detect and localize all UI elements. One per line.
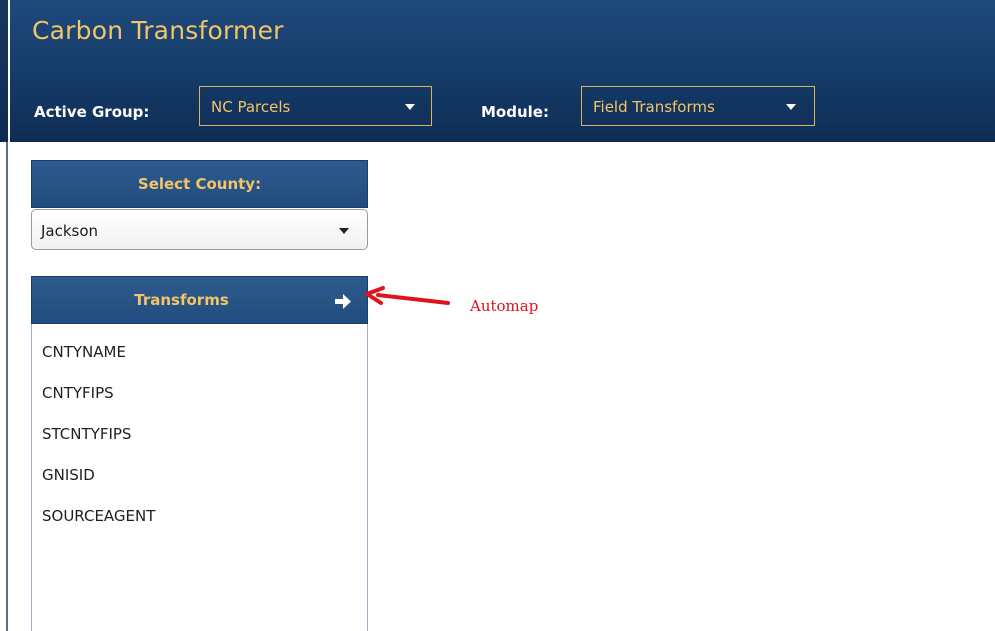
left-edge-line (6, 142, 8, 631)
module-value: Field Transforms (593, 98, 715, 116)
chevron-down-icon (786, 104, 796, 110)
transforms-header: Transforms (31, 276, 368, 324)
arrow-right-icon[interactable] (333, 291, 353, 311)
select-county-title: Select County: (137, 175, 262, 193)
app-title: Carbon Transformer (32, 16, 284, 45)
active-group-value: NC Parcels (211, 98, 291, 116)
county-select[interactable]: Jackson (31, 209, 368, 250)
list-item[interactable]: GNISID (42, 466, 95, 484)
left-edge-stripe (0, 0, 8, 142)
app-header: Carbon Transformer Active Group: NC Parc… (10, 0, 995, 142)
transforms-title: Transforms (134, 291, 229, 309)
automap-annotation: Automap (470, 297, 539, 315)
module-select[interactable]: Field Transforms (581, 86, 815, 126)
chevron-down-icon (405, 104, 415, 110)
list-item[interactable]: STCNTYFIPS (42, 425, 131, 443)
active-group-select[interactable]: NC Parcels (199, 86, 432, 126)
county-select-value: Jackson (41, 222, 99, 240)
left-window-edge (0, 0, 8, 631)
list-item[interactable]: CNTYNAME (42, 343, 126, 361)
select-county-header: Select County: (31, 160, 368, 208)
list-item[interactable]: SOURCEAGENT (42, 507, 155, 525)
active-group-label: Active Group: (34, 103, 150, 121)
module-label: Module: (481, 103, 549, 121)
annotation-arrow-icon (365, 286, 450, 305)
chevron-down-icon (339, 228, 349, 234)
app-window: Carbon Transformer Active Group: NC Parc… (0, 0, 995, 631)
transforms-list: CNTYNAME CNTYFIPS STCNTYFIPS GNISID SOUR… (31, 324, 368, 631)
list-item[interactable]: CNTYFIPS (42, 384, 114, 402)
